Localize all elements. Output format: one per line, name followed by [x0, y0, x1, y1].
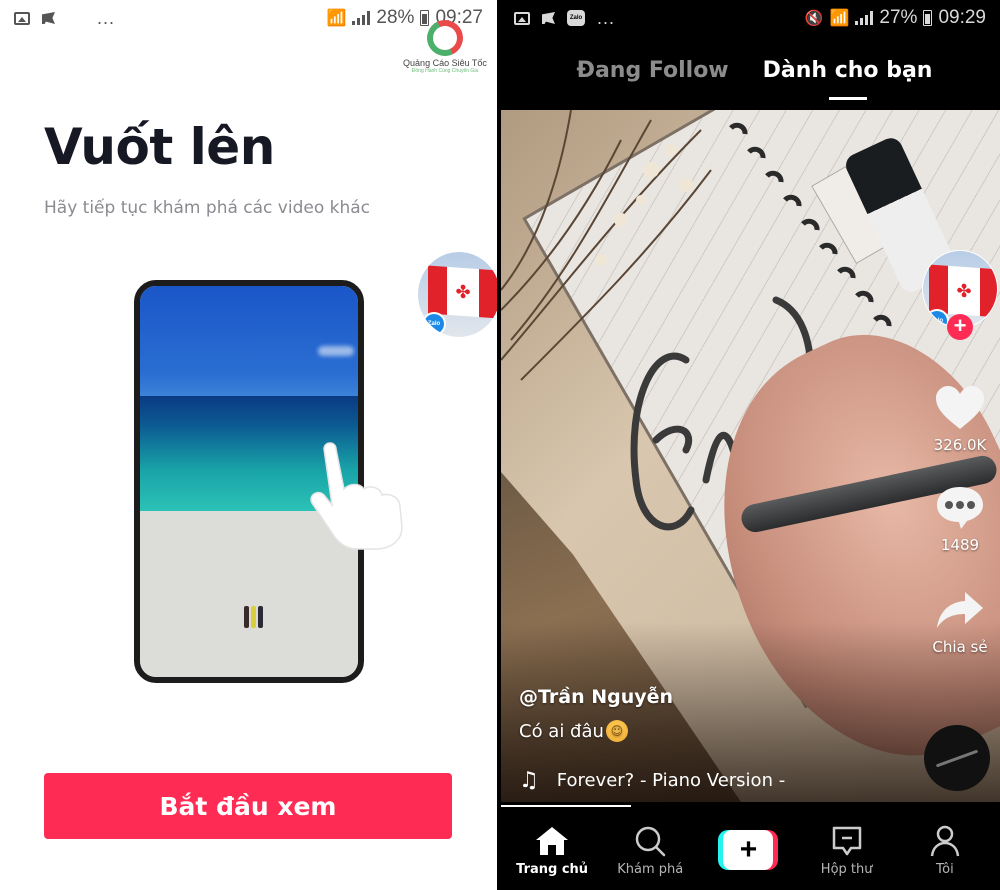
profile-icon	[930, 824, 960, 858]
sound-disc-button[interactable]	[924, 725, 990, 791]
signal-icon	[855, 11, 874, 25]
follow-button[interactable]: +	[947, 314, 973, 340]
creator-username[interactable]: @Trần Nguyễn	[519, 686, 673, 708]
create-video-button[interactable]: +	[718, 830, 779, 870]
like-button[interactable]: 326.0K	[933, 384, 987, 454]
nav-profile[interactable]: Tôi	[905, 824, 985, 877]
heart-icon	[934, 384, 986, 432]
illustration-people	[244, 606, 263, 628]
watermark-title: Quảng Cáo Siêu Tốc	[403, 58, 487, 68]
disc-label-icon	[935, 749, 979, 767]
watermark-subtitle: Đồng Hành Cùng Chuyên Gia	[411, 68, 479, 74]
search-icon	[634, 824, 666, 858]
tab-following[interactable]: Đang Follow	[577, 50, 729, 110]
feed-tabs: Đang Follow Dành cho bạn	[497, 50, 1000, 110]
swipe-hand-icon	[310, 442, 403, 550]
illustration-sky	[140, 286, 358, 396]
music-title: Forever? - Piano Version -	[556, 770, 786, 791]
share-label: Chia sẻ	[932, 638, 988, 656]
caption-text: Có ai đâu	[519, 720, 604, 742]
signal-icon	[352, 11, 371, 25]
image-notification-icon	[14, 11, 30, 25]
nav-profile-label: Tôi	[935, 861, 954, 877]
plus-icon: +	[723, 830, 774, 870]
nav-create[interactable]: +	[708, 830, 788, 870]
more-notifications-indicator: ...	[597, 7, 616, 28]
zalo-badge: Zalo	[925, 309, 949, 327]
video-info: @Trần Nguyễn Có ai đâu ☺	[519, 686, 673, 742]
comment-icon	[934, 484, 986, 532]
bottom-navigation: Trang chủ Khám phá + Hộp thư Tôi	[497, 810, 1000, 890]
side-action-bar: ✤ Zalo + 326.0K 1489 Chia sẻ	[920, 250, 1000, 656]
flag-notification-icon	[42, 12, 55, 24]
music-note-icon: ♫	[519, 768, 539, 793]
wifi-icon: 📶	[829, 10, 850, 27]
nav-inbox-label: Hộp thư	[820, 861, 873, 877]
battery-percent: 27%	[879, 7, 918, 28]
illustration-cloud	[318, 346, 354, 356]
zalo-badge: Zalo	[422, 312, 446, 336]
comment-button[interactable]: 1489	[934, 484, 986, 554]
nav-home[interactable]: Trang chủ	[512, 824, 592, 877]
music-ticker[interactable]: ♫ Forever? - Piano Version -	[519, 768, 785, 793]
feed-screen: Zalo ... 🔇 📶 27% 09:29 Đang Follow Dành …	[497, 0, 1000, 890]
maple-leaf-icon: ✤	[956, 280, 972, 302]
start-watching-button[interactable]: Bắt đầu xem	[44, 773, 452, 839]
nav-home-label: Trang chủ	[516, 861, 589, 877]
smile-emoji-icon: ☺	[605, 720, 628, 742]
watermark-logo: Quảng Cáo Siêu Tốc Đồng Hành Cùng Chuyên…	[390, 20, 497, 80]
nav-discover-label: Khám phá	[617, 861, 684, 877]
more-notifications-indicator: ...	[97, 7, 116, 28]
nav-discover[interactable]: Khám phá	[610, 824, 690, 877]
page-subtitle: Hãy tiếp tục khám phá các video khác	[44, 198, 371, 218]
page-title: Vuốt lên	[44, 118, 275, 176]
floating-chat-bubble[interactable]: ✤ Zalo	[418, 252, 497, 337]
status-bar: Zalo ... 🔇 📶 27% 09:29	[497, 0, 1000, 36]
clock: 09:29	[938, 7, 986, 28]
inbox-icon	[831, 824, 863, 858]
video-progress-bar	[501, 805, 631, 807]
share-arrow-icon	[934, 586, 986, 634]
share-button[interactable]: Chia sẻ	[932, 586, 988, 656]
video-caption: Có ai đâu ☺	[519, 720, 673, 742]
mute-icon: 🔇	[804, 10, 824, 27]
wifi-icon: 📶	[326, 10, 347, 27]
maple-leaf-icon: ✤	[455, 281, 471, 303]
canada-flag-image: ✤	[428, 265, 497, 319]
image-notification-icon	[514, 11, 530, 25]
flag-notification-icon	[542, 12, 555, 24]
comment-count: 1489	[940, 536, 980, 554]
battery-icon	[923, 10, 933, 26]
onboarding-screen: Zalo ... 📶 28% 09:27 Quảng Cáo Siêu Tốc …	[0, 0, 497, 890]
brand-swirl-icon	[427, 20, 463, 56]
tab-for-you[interactable]: Dành cho bạn	[763, 50, 933, 110]
like-count: 326.0K	[933, 436, 987, 454]
home-icon	[535, 824, 569, 858]
zalo-notification-icon: Zalo	[567, 10, 585, 26]
zalo-notification-icon: Zalo	[67, 10, 85, 26]
nav-inbox[interactable]: Hộp thư	[807, 824, 887, 877]
